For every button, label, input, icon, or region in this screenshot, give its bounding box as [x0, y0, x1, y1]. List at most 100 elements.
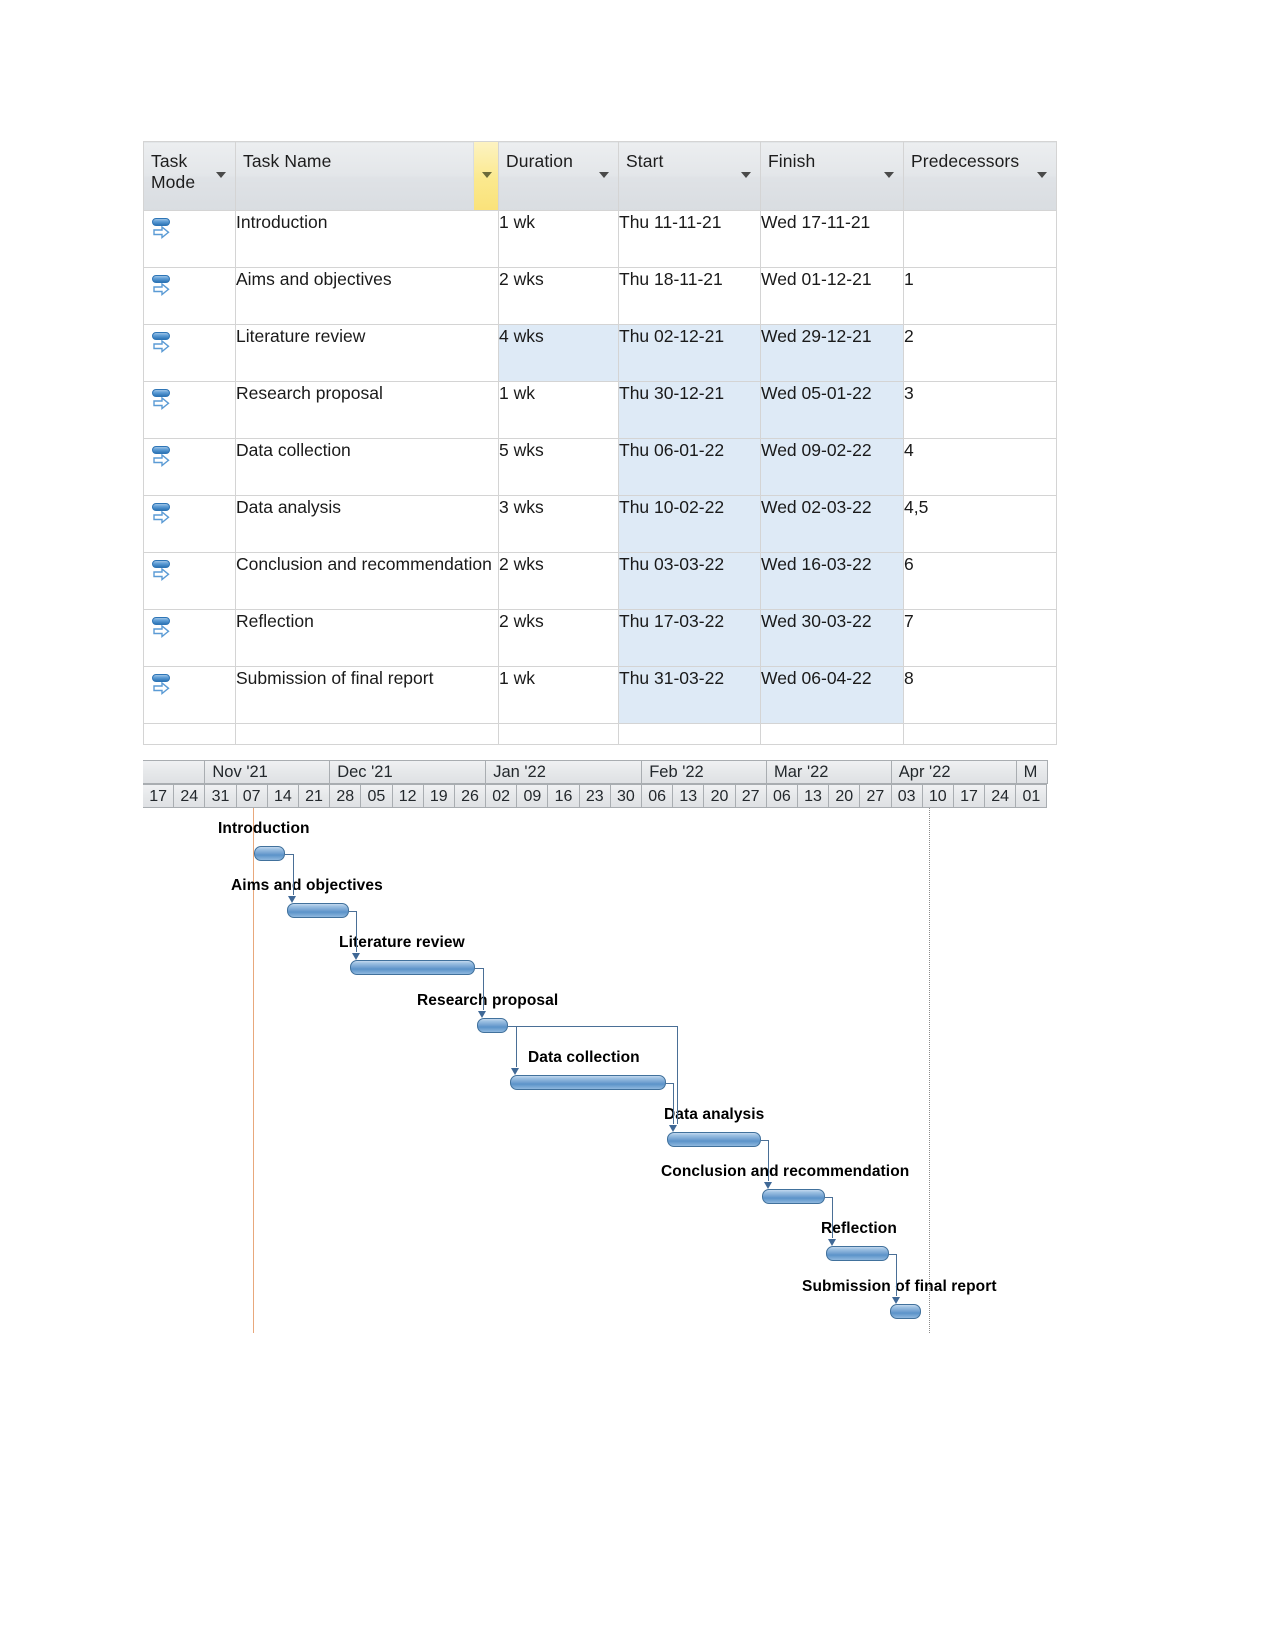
gantt-bar[interactable] — [762, 1189, 825, 1205]
table-row[interactable]: Data collection 5 wks Thu 06-01-22 Wed 09-0… — [143, 438, 1057, 496]
cell-predecessors[interactable] — [903, 210, 1057, 268]
cell-predecessors[interactable]: 7 — [903, 609, 1057, 667]
manually-scheduled-task-icon[interactable] — [150, 616, 176, 642]
column-header-predecessors[interactable]: Predecessors — [903, 141, 1057, 211]
link-segment-horizontal — [508, 1025, 678, 1027]
cell-predecessors[interactable]: 4 — [903, 438, 1057, 496]
manually-scheduled-task-icon[interactable] — [150, 445, 176, 471]
cell-finish[interactable]: Wed 02-03-22 — [760, 495, 904, 553]
cell-task-mode[interactable] — [143, 666, 236, 724]
table-row[interactable]: Literature review 4 wks Thu 02-12-21 Wed 29… — [143, 324, 1057, 382]
cell-start[interactable]: Thu 17-03-22 — [618, 609, 761, 667]
column-header-task-mode[interactable]: Task Mode — [143, 141, 236, 211]
cell-duration[interactable]: 1 wk — [498, 381, 619, 439]
cell-finish[interactable]: Wed 01-12-21 — [760, 267, 904, 325]
table-row[interactable]: Aims and objectives 2 wks Thu 18-11-21 Wed … — [143, 267, 1057, 325]
gantt-bar[interactable] — [509, 1074, 666, 1090]
table-row[interactable]: Research proposal 1 wk Thu 30-12-21 Wed 05-… — [143, 381, 1057, 439]
cell-start[interactable]: Thu 18-11-21 — [618, 267, 761, 325]
timeline-week-cell: 10 — [922, 784, 954, 808]
cell-task-name[interactable]: Data analysis — [235, 495, 499, 553]
chevron-down-icon[interactable] — [1037, 172, 1047, 178]
timeline-week-cell: 12 — [392, 784, 424, 808]
cell-finish[interactable]: Wed 29-12-21 — [760, 324, 904, 382]
manually-scheduled-task-icon[interactable] — [150, 388, 176, 414]
table-row[interactable]: Introduction 1 wk Thu 11-11-21 Wed 17-11-21 — [143, 210, 1057, 268]
gantt-bar[interactable] — [476, 1017, 509, 1033]
cell-task-name[interactable]: Introduction — [235, 210, 499, 268]
chevron-down-icon[interactable] — [884, 172, 894, 178]
gantt-bar[interactable] — [253, 846, 285, 861]
cell-start[interactable]: Thu 31-03-22 — [618, 666, 761, 724]
cell-predecessors[interactable]: 6 — [903, 552, 1057, 610]
cell-duration[interactable]: 2 wks — [498, 609, 619, 667]
chevron-down-icon[interactable] — [216, 172, 226, 178]
cell-predecessors[interactable]: 4,5 — [903, 495, 1057, 553]
cell-predecessors[interactable]: 8 — [903, 666, 1057, 724]
gantt-bar[interactable] — [286, 903, 349, 919]
timeline-week-cell: 02 — [486, 784, 518, 808]
table-row[interactable]: Reflection 2 wks Thu 17-03-22 Wed 30-03-22 7 — [143, 609, 1057, 667]
cell-task-mode[interactable] — [143, 495, 236, 553]
manually-scheduled-task-icon[interactable] — [150, 274, 176, 300]
cell-finish[interactable]: Wed 30-03-22 — [760, 609, 904, 667]
cell-predecessors[interactable]: 3 — [903, 381, 1057, 439]
cell-start[interactable]: Thu 02-12-21 — [618, 324, 761, 382]
cell-start[interactable]: Thu 30-12-21 — [618, 381, 761, 439]
cell-task-name[interactable]: Conclusion and recommendation — [235, 552, 499, 610]
cell-duration[interactable]: 1 wk — [498, 210, 619, 268]
cell-task-name[interactable]: Data collection — [235, 438, 499, 496]
cell-predecessors[interactable]: 1 — [903, 267, 1057, 325]
gantt-bar[interactable] — [890, 1303, 922, 1319]
cell-task-mode[interactable] — [143, 267, 236, 325]
cell-task-mode[interactable] — [143, 210, 236, 268]
table-row[interactable]: Conclusion and recommendation 2 wks Thu 03… — [143, 552, 1057, 610]
cell-duration[interactable]: 5 wks — [498, 438, 619, 496]
cell-task-mode[interactable] — [143, 552, 236, 610]
arrow-right-icon — [153, 568, 170, 581]
column-header-task-name[interactable]: Task Name — [235, 141, 499, 211]
timeline-week-cell: 13 — [673, 784, 705, 808]
cell-start[interactable]: Thu 11-11-21 — [618, 210, 761, 268]
gantt-bar[interactable] — [667, 1132, 761, 1147]
cell-task-name[interactable]: Aims and objectives — [235, 267, 499, 325]
timeline-month-cell: Mar '22 — [766, 760, 892, 784]
table-row[interactable]: Submission of final report 1 wk Thu 31-03-… — [143, 666, 1057, 724]
cell-finish[interactable]: Wed 06-04-22 — [760, 666, 904, 724]
cell-task-name[interactable]: Research proposal — [235, 381, 499, 439]
cell-finish[interactable]: Wed 16-03-22 — [760, 552, 904, 610]
column-header-start[interactable]: Start — [618, 141, 761, 211]
cell-task-name[interactable]: Literature review — [235, 324, 499, 382]
manually-scheduled-task-icon[interactable] — [150, 502, 176, 528]
cell-task-name[interactable]: Reflection — [235, 609, 499, 667]
cell-duration[interactable]: 1 wk — [498, 666, 619, 724]
gantt-bar[interactable] — [826, 1246, 889, 1262]
cell-duration[interactable]: 2 wks — [498, 267, 619, 325]
table-row[interactable]: Data analysis 3 wks Thu 10-02-22 Wed 02-03-… — [143, 495, 1057, 553]
cell-duration[interactable]: 2 wks — [498, 552, 619, 610]
column-header-finish[interactable]: Finish — [760, 141, 904, 211]
cell-duration[interactable]: 3 wks — [498, 495, 619, 553]
cell-duration[interactable]: 4 wks — [498, 324, 619, 382]
chevron-down-icon[interactable] — [599, 172, 609, 178]
cell-task-mode[interactable] — [143, 324, 236, 382]
cell-predecessors[interactable]: 2 — [903, 324, 1057, 382]
gantt-bar[interactable] — [350, 960, 476, 976]
cell-task-mode[interactable] — [143, 381, 236, 439]
cell-finish[interactable]: Wed 09-02-22 — [760, 438, 904, 496]
manually-scheduled-task-icon[interactable] — [150, 217, 176, 243]
column-header-duration[interactable]: Duration — [498, 141, 619, 211]
cell-start[interactable]: Thu 10-02-22 — [618, 495, 761, 553]
manually-scheduled-task-icon[interactable] — [150, 331, 176, 357]
chevron-down-icon[interactable] — [482, 172, 492, 178]
cell-task-mode[interactable] — [143, 438, 236, 496]
cell-start[interactable]: Thu 03-03-22 — [618, 552, 761, 610]
manually-scheduled-task-icon[interactable] — [150, 673, 176, 699]
manually-scheduled-task-icon[interactable] — [150, 559, 176, 585]
cell-start[interactable]: Thu 06-01-22 — [618, 438, 761, 496]
cell-task-mode[interactable] — [143, 609, 236, 667]
cell-task-name[interactable]: Submission of final report — [235, 666, 499, 724]
cell-finish[interactable]: Wed 05-01-22 — [760, 381, 904, 439]
chevron-down-icon[interactable] — [741, 172, 751, 178]
cell-finish[interactable]: Wed 17-11-21 — [760, 210, 904, 268]
